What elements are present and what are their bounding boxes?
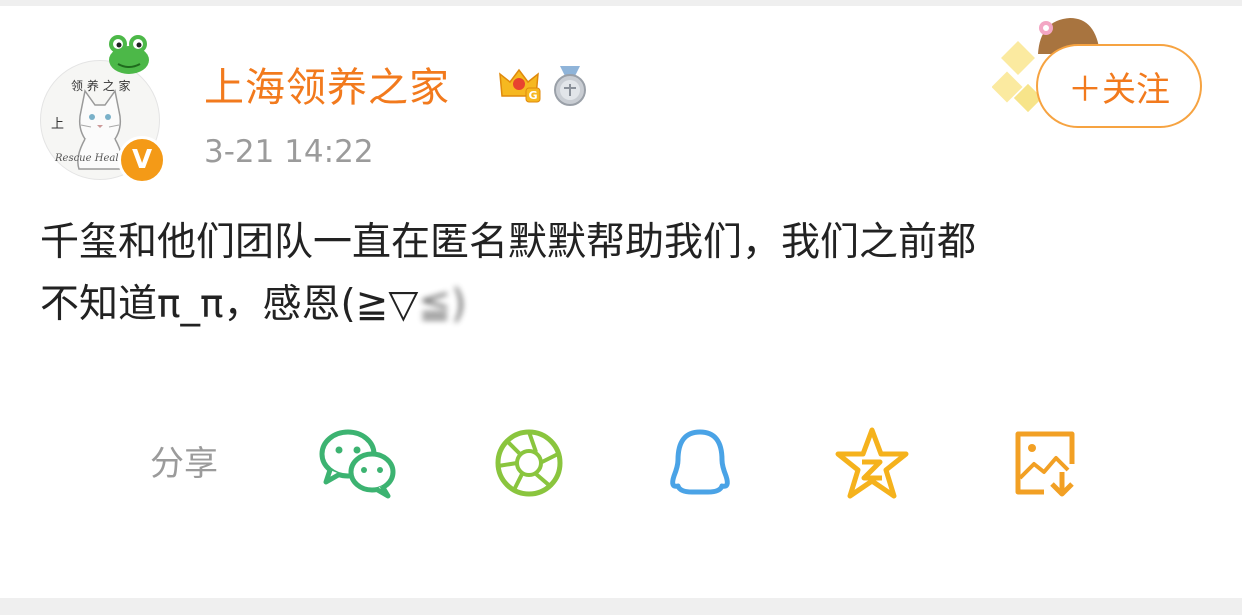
qzone-icon[interactable]: [834, 426, 910, 500]
avatar-text-char: 上: [51, 117, 65, 132]
top-divider: [0, 0, 1242, 6]
username[interactable]: 上海领养之家: [204, 62, 450, 114]
save-image-icon[interactable]: [1010, 426, 1082, 500]
post-content-line-1: 千玺和他们团队一直在匿名默默帮助我们，我们之前都: [40, 220, 977, 265]
medal-icon[interactable]: [548, 62, 592, 108]
post-content-blurred-text: ≦): [418, 282, 467, 327]
post-content-line-2-text: 不知道π_π，感恩(≧▽: [40, 282, 419, 327]
post-timestamp: 3-21 14:22: [204, 134, 374, 170]
post-content: 千玺和他们团队一直在匿名默默帮助我们，我们之前都 不知道π_π，感恩(≧▽≦): [40, 212, 1210, 336]
qq-icon[interactable]: [664, 426, 736, 500]
avatar-text-ring: Rescue Heal: [55, 153, 119, 164]
frog-sticker-icon: [109, 35, 149, 74]
crown-level-icon[interactable]: G: [496, 62, 542, 108]
level-badge-label: G: [528, 89, 537, 102]
avatar-text-top: 领 养 之 家: [71, 79, 131, 93]
moments-icon[interactable]: [492, 426, 566, 500]
wechat-icon[interactable]: [318, 426, 398, 500]
verified-badge: V: [118, 136, 166, 184]
follow-button[interactable]: ＋关注: [1036, 44, 1202, 128]
post-content-line-2: 不知道π_π，感恩(≧▽≦): [40, 274, 1210, 336]
bottom-divider: [0, 598, 1242, 615]
share-label: 分享: [150, 444, 218, 484]
